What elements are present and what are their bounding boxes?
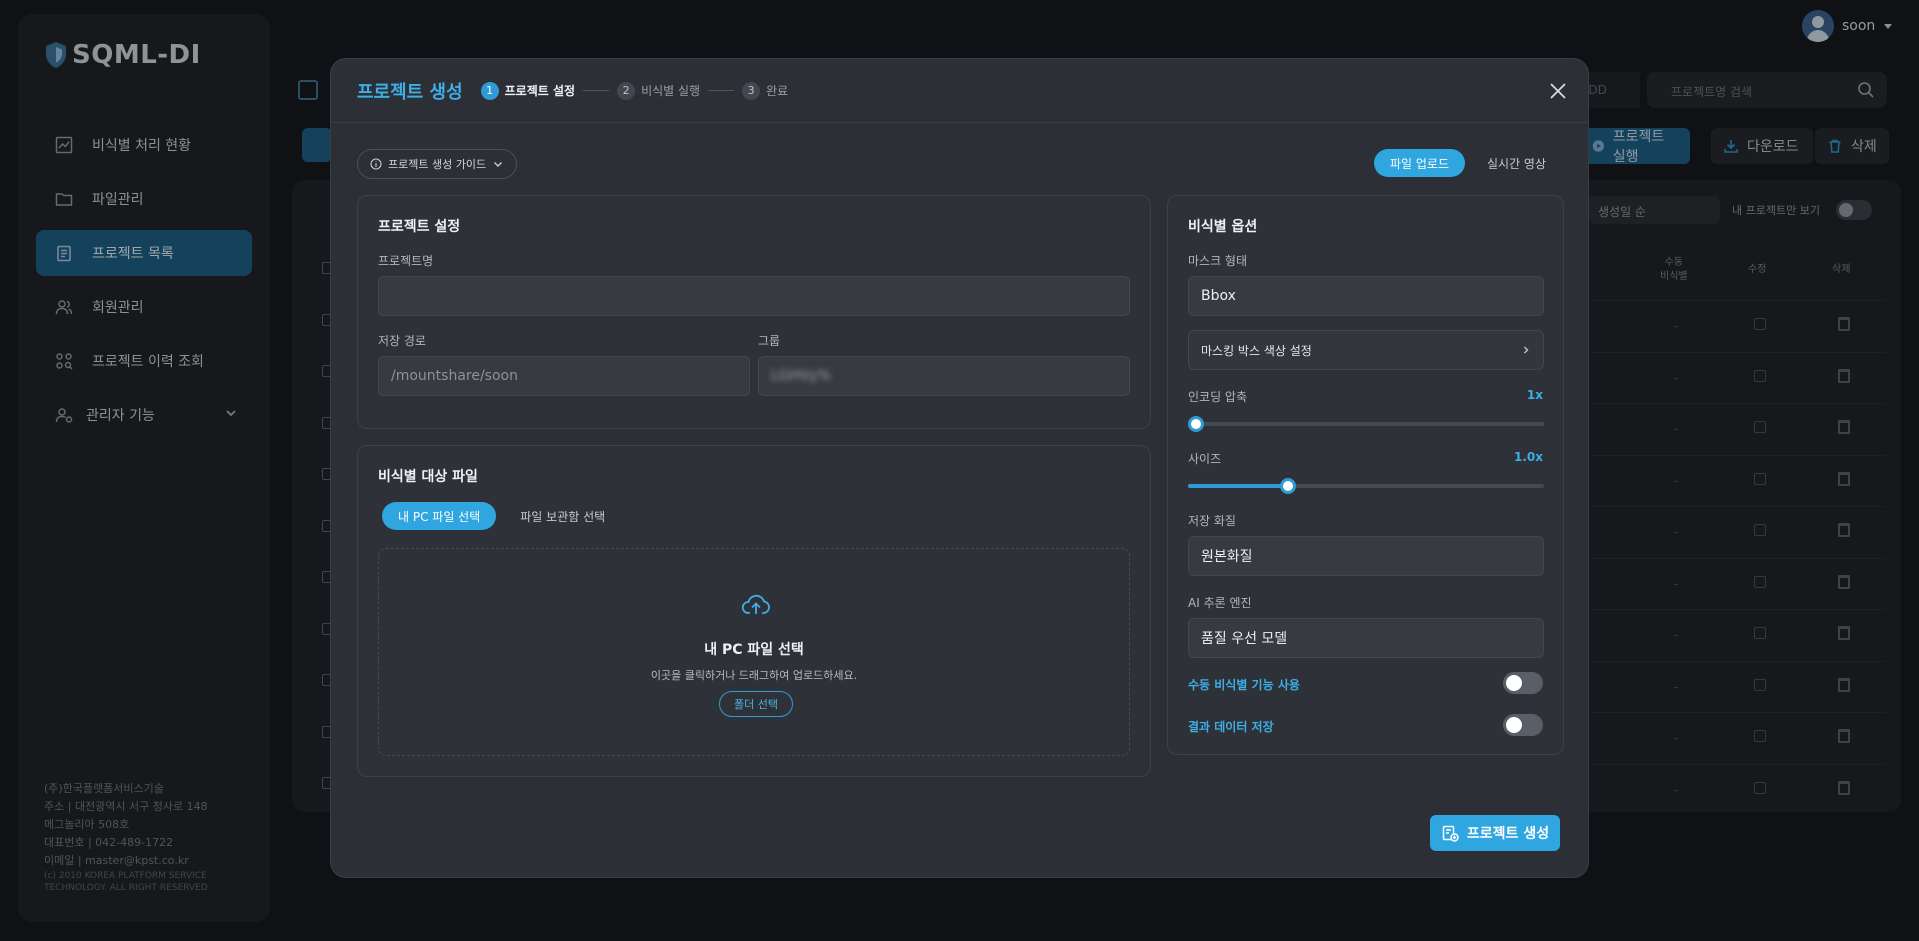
card-title: 비식별 대상 파일: [378, 469, 478, 485]
file-source-tabs: 내 PC 파일 선택 파일 보관함 선택: [382, 502, 621, 530]
manual-deid-toggle[interactable]: [1503, 672, 1543, 694]
mask-type-select[interactable]: Bbox: [1188, 276, 1544, 316]
dropzone-title: 내 PC 파일 선택: [704, 642, 804, 658]
save-path-input[interactable]: /mountshare/soon: [378, 356, 750, 396]
create-project-modal: 프로젝트 생성 1 프로젝트 설정 2 비식별 실행 3 완료 프로젝트 생성 …: [330, 58, 1589, 878]
project-name-label: 프로젝트명: [378, 254, 434, 268]
file-dropzone[interactable]: 내 PC 파일 선택 이곳을 클릭하거나 드래그하여 업로드하세요. 폴더 선택: [378, 548, 1130, 756]
size-slider-thumb[interactable]: [1279, 478, 1296, 494]
modal-header: 프로젝트 생성 1 프로젝트 설정 2 비식별 실행 3 완료: [331, 59, 1588, 123]
card-title: 프로젝트 설정: [378, 219, 461, 235]
quality-label: 저장 화질: [1188, 514, 1236, 528]
quality-select[interactable]: 원본화질: [1188, 536, 1544, 576]
step-complete: 3 완료: [742, 81, 789, 100]
step-label: 비식별 실행: [641, 84, 701, 98]
save-result-toggle[interactable]: [1503, 714, 1543, 736]
guide-dropdown[interactable]: 프로젝트 생성 가이드: [357, 149, 518, 179]
tab-my-pc[interactable]: 내 PC 파일 선택: [382, 502, 497, 530]
group-label: 그룹: [758, 334, 781, 348]
tab-live-video[interactable]: 실시간 영상: [1471, 149, 1562, 177]
chevron-down-icon: [494, 162, 503, 167]
target-files-card: 비식별 대상 파일 내 PC 파일 선택 파일 보관함 선택 내 PC 파일 선…: [357, 445, 1151, 777]
step-number: 1: [480, 81, 499, 100]
engine-label: AI 추론 엔진: [1188, 596, 1252, 610]
step-connector: [708, 90, 735, 91]
create-project-button[interactable]: 프로젝트 생성: [1430, 815, 1560, 851]
step-label: 완료: [766, 84, 789, 98]
deid-options-card: 비식별 옵션 마스크 형태 Bbox 마스킹 박스 색상 설정 인코딩 압축 1…: [1167, 195, 1564, 755]
encoding-slider-thumb[interactable]: [1188, 416, 1204, 432]
modal-title: 프로젝트 생성: [357, 81, 463, 103]
close-icon[interactable]: [1548, 81, 1568, 101]
size-value: 1.0x: [1514, 450, 1543, 464]
mask-color-setting-label: 마스킹 박스 색상 설정: [1201, 343, 1312, 358]
encoding-label: 인코딩 압축: [1188, 390, 1248, 404]
cloud-upload-icon: [741, 594, 770, 614]
mask-color-setting-button[interactable]: 마스킹 박스 색상 설정: [1188, 330, 1544, 370]
stepper: 1 프로젝트 설정 2 비식별 실행 3 완료: [480, 81, 789, 100]
save-result-label: 결과 데이터 저장: [1188, 720, 1274, 734]
step-label: 프로젝트 설정: [504, 84, 576, 98]
save-path-label: 저장 경로: [378, 334, 426, 348]
source-tabs: 파일 업로드 실시간 영상: [1373, 149, 1562, 177]
size-slider[interactable]: [1188, 478, 1544, 494]
guide-label: 프로젝트 생성 가이드: [388, 158, 487, 171]
clipboard-add-icon: [1442, 825, 1459, 842]
tab-file-upload[interactable]: 파일 업로드: [1373, 149, 1465, 177]
create-project-label: 프로젝트 생성: [1466, 826, 1550, 842]
encoding-value: 1x: [1526, 388, 1543, 402]
group-input[interactable]: LGHVy%: [758, 356, 1130, 396]
encoding-slider[interactable]: [1188, 416, 1544, 432]
step-deidentify: 2 비식별 실행: [617, 81, 701, 100]
dropzone-hint: 이곳을 클릭하거나 드래그하여 업로드하세요.: [650, 669, 858, 682]
info-icon: [370, 158, 382, 170]
mask-type-label: 마스크 형태: [1188, 254, 1248, 268]
step-settings: 1 프로젝트 설정: [480, 81, 576, 100]
step-number: 3: [742, 81, 761, 100]
step-number: 2: [617, 81, 636, 100]
project-settings-card: 프로젝트 설정 프로젝트명 저장 경로 /mountshare/soon 그룹 …: [357, 195, 1151, 429]
manual-deid-label: 수동 비식별 기능 사용: [1188, 678, 1300, 692]
tab-file-storage[interactable]: 파일 보관함 선택: [504, 502, 621, 530]
engine-select[interactable]: 품질 우선 모델: [1188, 618, 1544, 658]
size-slider-fill: [1188, 484, 1288, 488]
card-title: 비식별 옵션: [1188, 219, 1258, 235]
select-folder-button[interactable]: 폴더 선택: [719, 691, 793, 717]
group-value: LGHVy%: [771, 368, 831, 384]
size-label: 사이즈: [1188, 452, 1222, 466]
project-name-input[interactable]: [378, 276, 1130, 316]
chevron-right-icon: [1524, 346, 1529, 354]
step-connector: [583, 90, 610, 91]
